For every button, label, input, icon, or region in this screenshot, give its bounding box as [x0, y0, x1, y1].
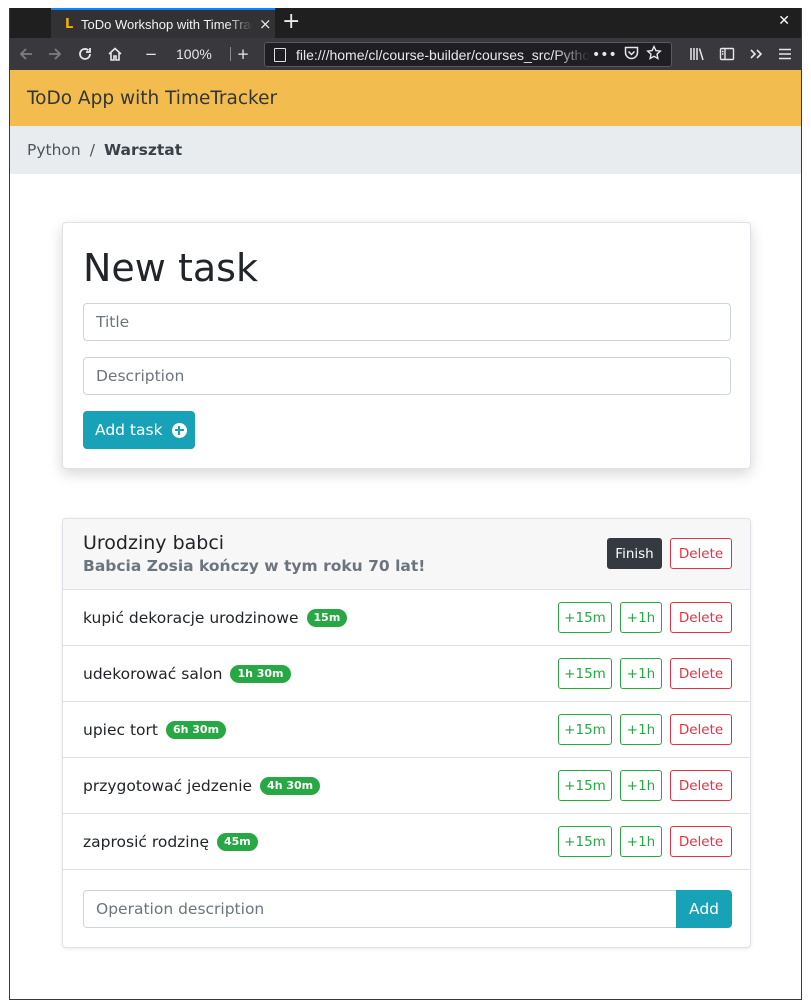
new-task-card: New task Title Description Add task	[62, 222, 751, 469]
delete-operation-button[interactable]: Delete	[670, 826, 732, 857]
task-title: Urodziny babci	[83, 532, 225, 554]
navigation-toolbar: − 100% + file:///home/cl/course-builder/…	[10, 38, 801, 70]
add-1h-button[interactable]: +1h	[620, 770, 662, 801]
window-close-icon[interactable]: ✕	[778, 13, 790, 29]
task-description: Babcia Zosia kończy w tym roku 70 lat!	[83, 557, 426, 575]
add-15m-button[interactable]: +15m	[558, 826, 612, 857]
add-15m-button[interactable]: +15m	[558, 658, 612, 689]
url-bar[interactable]: file:///home/cl/course-builder/courses_s…	[264, 42, 672, 67]
operation-description-input[interactable]: Operation description	[83, 890, 677, 928]
operation-row: kupić dekoracje urodzinowe 15m +15m +1h D…	[63, 590, 750, 646]
add-task-button[interactable]: Add task	[83, 411, 195, 449]
tab-close-icon[interactable]: ×	[259, 15, 272, 33]
delete-operation-button[interactable]: Delete	[670, 714, 732, 745]
delete-task-button[interactable]: Delete	[670, 538, 732, 569]
plus-circle-icon	[171, 422, 187, 438]
breadcrumb-python[interactable]: Python	[27, 141, 81, 159]
title-input[interactable]: Title	[83, 303, 731, 341]
zoom-level[interactable]: 100%	[176, 46, 212, 62]
add-15m-button[interactable]: +15m	[558, 602, 612, 633]
toolbar-divider	[230, 47, 231, 61]
finish-task-button[interactable]: Finish	[607, 538, 662, 569]
add-15m-button[interactable]: +15m	[558, 714, 612, 745]
breadcrumb-separator: /	[89, 141, 95, 159]
add-1h-button[interactable]: +1h	[620, 826, 662, 857]
app-title[interactable]: ToDo App with TimeTracker	[27, 88, 277, 109]
delete-operation-button[interactable]: Delete	[670, 770, 732, 801]
operation-row: udekorować salon 1h 30m +15m +1h Delete	[63, 646, 750, 702]
new-tab-icon[interactable]: +	[282, 10, 300, 34]
zoom-out-button[interactable]: −	[142, 38, 160, 70]
time-badge: 15m	[306, 609, 348, 627]
sidebar-icon[interactable]	[716, 38, 738, 70]
add-15m-button[interactable]: +15m	[558, 770, 612, 801]
operation-text: udekorować salon	[83, 665, 223, 683]
zoom-in-button[interactable]: +	[234, 38, 252, 70]
operation-row: przygotować jedzenie 4h 30m +15m +1h Dele…	[63, 758, 750, 814]
operation-row: upiec tort 6h 30m +15m +1h Delete	[63, 702, 750, 758]
app-navbar: ToDo App with TimeTracker	[10, 70, 801, 126]
operation-text: przygotować jedzenie	[83, 777, 253, 795]
time-badge: 6h 30m	[165, 721, 227, 739]
breadcrumb-current: Warsztat	[103, 141, 183, 159]
task-card: Urodziny babci Babcia Zosia kończy w tym…	[62, 518, 751, 948]
delete-operation-button[interactable]: Delete	[670, 602, 732, 633]
back-icon[interactable]	[14, 38, 38, 70]
description-input[interactable]: Description	[83, 357, 731, 395]
favicon-icon: L	[65, 16, 74, 32]
breadcrumb: Python / Warsztat	[10, 126, 801, 174]
bookmark-star-icon[interactable]	[645, 44, 662, 65]
operation-text: zaprosić rodzinę	[83, 833, 209, 851]
operation-text: kupić dekoracje urodzinowe	[83, 609, 299, 627]
time-badge: 4h 30m	[260, 777, 321, 795]
url-text[interactable]: file:///home/cl/course-builder/courses_s…	[296, 47, 590, 63]
add-1h-button[interactable]: +1h	[620, 602, 662, 633]
tab-bar: L ToDo Workshop with TimeTracker × + ✕	[10, 8, 801, 38]
operation-row: zaprosić rodzinę 45m +15m +1h Delete	[63, 814, 750, 870]
add-1h-button[interactable]: +1h	[620, 714, 662, 745]
page-actions-icon[interactable]: •••	[592, 47, 617, 63]
time-badge: 1h 30m	[230, 665, 291, 683]
pocket-icon[interactable]	[624, 46, 639, 64]
home-icon[interactable]	[103, 38, 127, 70]
add-1h-button[interactable]: +1h	[620, 658, 662, 689]
time-badge: 45m	[216, 833, 258, 851]
reload-icon[interactable]	[73, 38, 97, 70]
hamburger-menu-icon[interactable]	[774, 38, 796, 70]
new-task-heading: New task	[83, 246, 258, 290]
delete-operation-button[interactable]: Delete	[670, 658, 732, 689]
overflow-menu-icon[interactable]	[745, 38, 767, 70]
library-icon[interactable]	[686, 38, 708, 70]
task-header: Urodziny babci Babcia Zosia kończy w tym…	[63, 519, 750, 590]
forward-icon[interactable]	[43, 38, 67, 70]
add-task-label: Add task	[95, 421, 163, 439]
tab-title: ToDo Workshop with TimeTracker	[81, 16, 253, 32]
browser-tab[interactable]: L ToDo Workshop with TimeTracker ×	[51, 8, 275, 38]
operation-text: upiec tort	[83, 721, 158, 739]
add-operation-button[interactable]: Add	[676, 890, 732, 928]
operation-form: Operation description Add	[83, 890, 732, 928]
page-icon	[274, 47, 286, 62]
browser-window: L ToDo Workshop with TimeTracker × + ✕ −…	[9, 8, 802, 1000]
